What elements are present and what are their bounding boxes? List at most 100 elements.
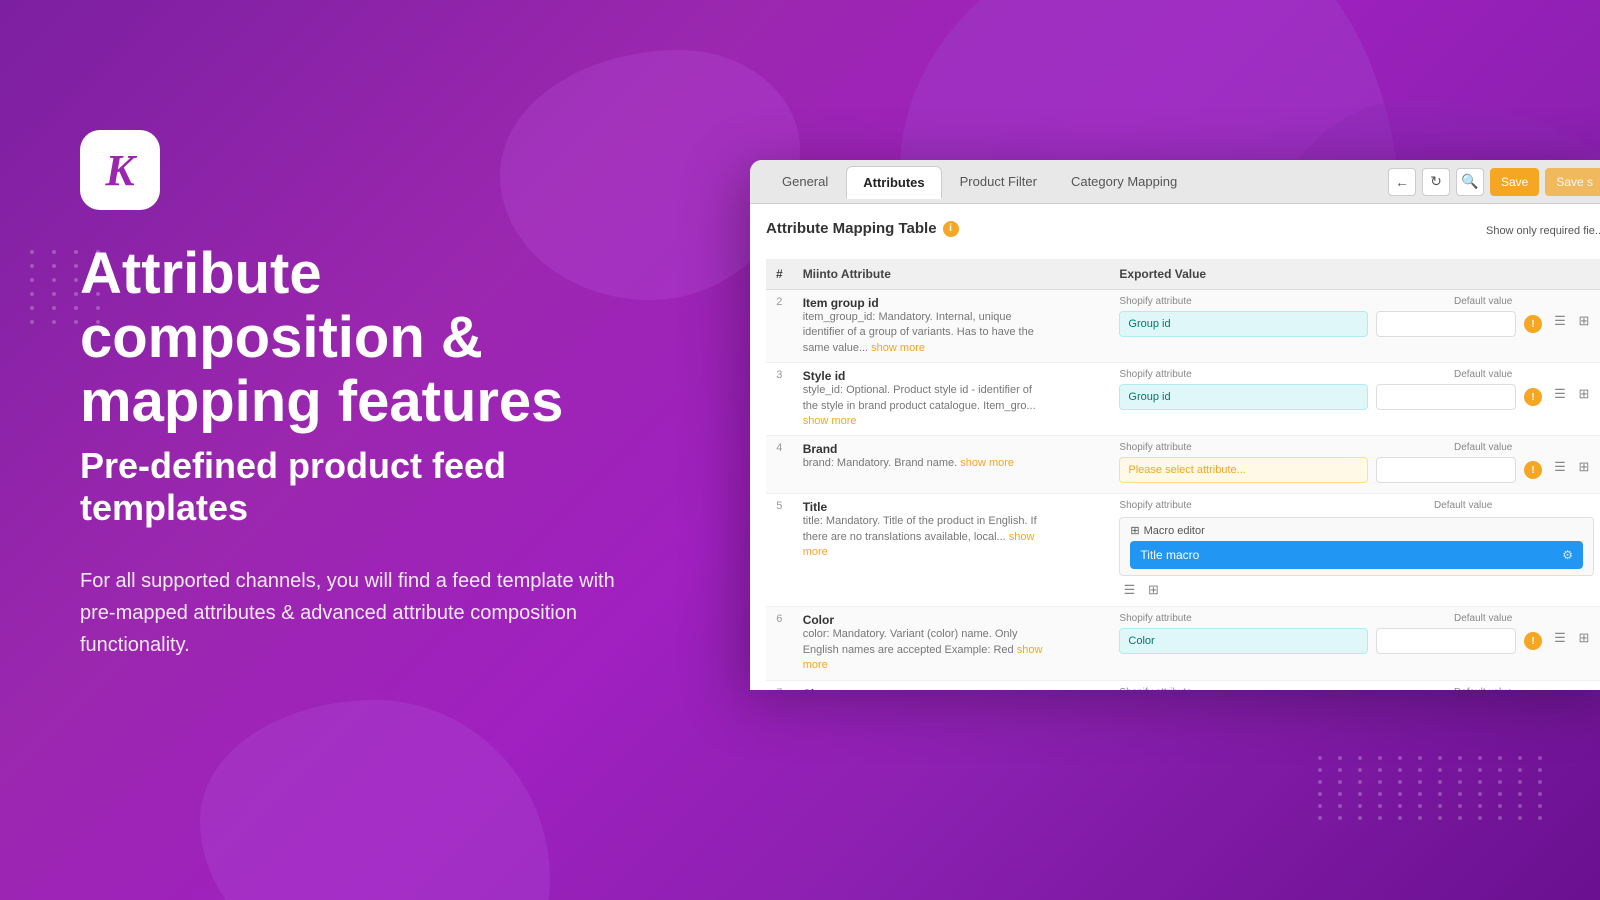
- row-number: 3: [766, 363, 793, 436]
- exported-labels-row: Shopify attribute Default value: [1119, 687, 1594, 690]
- show-more-link[interactable]: show more: [960, 457, 1014, 469]
- attr-name: Style id: [803, 369, 1100, 383]
- attr-desc: color: Mandatory. Variant (color) name. …: [803, 627, 1043, 673]
- list-icon[interactable]: ☰: [1550, 628, 1570, 648]
- list-icon[interactable]: ☰: [1119, 580, 1139, 600]
- table-body: 2 Item group id item_group_id: Mandatory…: [766, 290, 1600, 691]
- row-action-icons: ☰ ⊞: [1550, 311, 1594, 331]
- show-more-link[interactable]: show more: [803, 531, 1035, 558]
- default-label: Default value: [1454, 613, 1594, 624]
- default-label: Default value: [1454, 369, 1594, 380]
- attr-name: Item group id: [803, 296, 1100, 310]
- grid-icon[interactable]: ⊞: [1574, 384, 1594, 404]
- show-more-link[interactable]: show more: [803, 644, 1043, 671]
- row-number: 4: [766, 436, 793, 494]
- list-icon[interactable]: ☰: [1550, 311, 1570, 331]
- warning-icon: !: [1524, 315, 1542, 333]
- exported-field-row: Shopify attribute Default value: [1119, 500, 1594, 513]
- macro-title-text: Title macro: [1140, 548, 1199, 562]
- show-more-link[interactable]: show more: [803, 415, 857, 427]
- attr-desc: brand: Mandatory. Brand name. show more: [803, 456, 1043, 471]
- grid-icon[interactable]: ⊞: [1574, 457, 1594, 477]
- tab-attributes[interactable]: Attributes: [846, 166, 941, 199]
- col-miinto-attr: Miinto Attribute: [793, 259, 1110, 290]
- col-num: #: [766, 259, 793, 290]
- shopify-label: Shopify attribute: [1119, 442, 1446, 453]
- attr-desc: title: Mandatory. Title of the product i…: [803, 514, 1043, 560]
- shopify-label: Shopify attribute: [1119, 296, 1446, 307]
- row-action-icons: ☰ ⊞: [1550, 628, 1594, 648]
- exported-field-row: ! ☰ ⊞: [1119, 384, 1594, 410]
- save-button[interactable]: Save: [1490, 168, 1539, 196]
- list-icon[interactable]: ☰: [1550, 384, 1570, 404]
- shopify-label: Shopify attribute: [1119, 687, 1446, 690]
- shopify-input[interactable]: [1119, 311, 1368, 337]
- default-input[interactable]: [1376, 311, 1516, 337]
- macro-editor-header: ⊞ Macro editor: [1130, 524, 1583, 537]
- table-row: 2 Item group id item_group_id: Mandatory…: [766, 290, 1600, 363]
- exported-labels-row: Shopify attribute Default value: [1119, 296, 1594, 309]
- headline-line1: Attribute: [80, 242, 640, 306]
- blob-decoration-3: [200, 700, 550, 900]
- table-row: 3 Style id style_id: Optional. Product s…: [766, 363, 1600, 436]
- tab-category-mapping[interactable]: Category Mapping: [1055, 166, 1193, 197]
- exported-value-cell: Shopify attribute Default value ! ☰ ⊞: [1109, 436, 1600, 494]
- shopify-input[interactable]: [1119, 384, 1368, 410]
- headline-line3: mapping features: [80, 370, 640, 434]
- tab-product-filter[interactable]: Product Filter: [944, 166, 1053, 197]
- warning-icon: !: [1524, 632, 1542, 650]
- grid-icon[interactable]: ⊞: [1143, 580, 1163, 600]
- section-title-text: Attribute Mapping Table: [766, 220, 937, 237]
- refresh-button[interactable]: ↻: [1422, 168, 1450, 196]
- exported-field-row: ! ☰ ⊞: [1119, 457, 1594, 483]
- left-content-area: K Attribute composition & mapping featur…: [80, 130, 640, 661]
- default-label: Default value: [1454, 687, 1594, 690]
- attr-name: Brand: [803, 442, 1100, 456]
- browser-window: General Attributes Product Filter Catego…: [750, 160, 1600, 690]
- default-section: Default value: [1434, 500, 1594, 513]
- grid-icon[interactable]: ⊞: [1574, 628, 1594, 648]
- shopify-section: Shopify attribute: [1119, 500, 1426, 513]
- shopify-label: Shopify attribute: [1119, 613, 1446, 624]
- exported-labels-row: Shopify attribute Default value: [1119, 442, 1594, 455]
- shopify-input[interactable]: [1119, 457, 1368, 483]
- exported-value-cell: Shopify attribute Default value ! ☰ ⊞: [1109, 290, 1600, 363]
- exported-field-row: ! ☰ ⊞: [1119, 311, 1594, 337]
- row-number: 6: [766, 607, 793, 680]
- exported-value-cell: Shopify attribute Default value ! ☰ ⊞: [1109, 680, 1600, 690]
- grid-icon[interactable]: ⊞: [1574, 311, 1594, 331]
- default-input[interactable]: [1376, 457, 1516, 483]
- miinto-attribute-cell: Brand brand: Mandatory. Brand name. show…: [793, 436, 1110, 494]
- save-secondary-button[interactable]: Save s: [1545, 168, 1600, 196]
- content-area: Attribute Mapping Table i Show only requ…: [750, 204, 1600, 690]
- table-row: 6 Color color: Mandatory. Variant (color…: [766, 607, 1600, 680]
- logo-letter: K: [105, 145, 134, 196]
- logo-box: K: [80, 130, 160, 210]
- miinto-attribute-cell: Item group id item_group_id: Mandatory. …: [793, 290, 1110, 363]
- default-input[interactable]: [1376, 628, 1516, 654]
- miinto-attribute-cell: Color color: Mandatory. Variant (color) …: [793, 607, 1110, 680]
- miinto-attribute-cell: Size size: Mandatory. Item size name. Mu…: [793, 680, 1110, 690]
- description: For all supported channels, you will fin…: [80, 565, 640, 661]
- dots-decoration-right: [1318, 756, 1550, 820]
- attr-name: Color: [803, 613, 1100, 627]
- row-number: 7: [766, 680, 793, 690]
- show-more-link[interactable]: show more: [871, 342, 925, 354]
- exported-labels-row: Shopify attribute Default value: [1119, 369, 1594, 382]
- macro-title-bar[interactable]: Title macro ⚙: [1130, 541, 1583, 569]
- list-icon[interactable]: ☰: [1550, 457, 1570, 477]
- default-input[interactable]: [1376, 384, 1516, 410]
- back-button[interactable]: ←: [1388, 168, 1416, 196]
- row-number: 2: [766, 290, 793, 363]
- tab-general[interactable]: General: [766, 166, 844, 197]
- search-button[interactable]: 🔍: [1456, 168, 1484, 196]
- default-label: Default value: [1454, 442, 1594, 453]
- attr-name: Size: [803, 687, 1100, 690]
- exported-value-cell: Shopify attribute Default value ⊞ Macro …: [1109, 494, 1600, 607]
- attr-name: Title: [803, 500, 1100, 514]
- col-exported-value: Exported Value: [1109, 259, 1600, 290]
- shopify-input[interactable]: [1119, 628, 1368, 654]
- macro-editor-label: Macro editor: [1144, 525, 1205, 537]
- row-action-icons: ☰ ⊞: [1550, 457, 1594, 477]
- shopify-label: Shopify attribute: [1119, 500, 1426, 511]
